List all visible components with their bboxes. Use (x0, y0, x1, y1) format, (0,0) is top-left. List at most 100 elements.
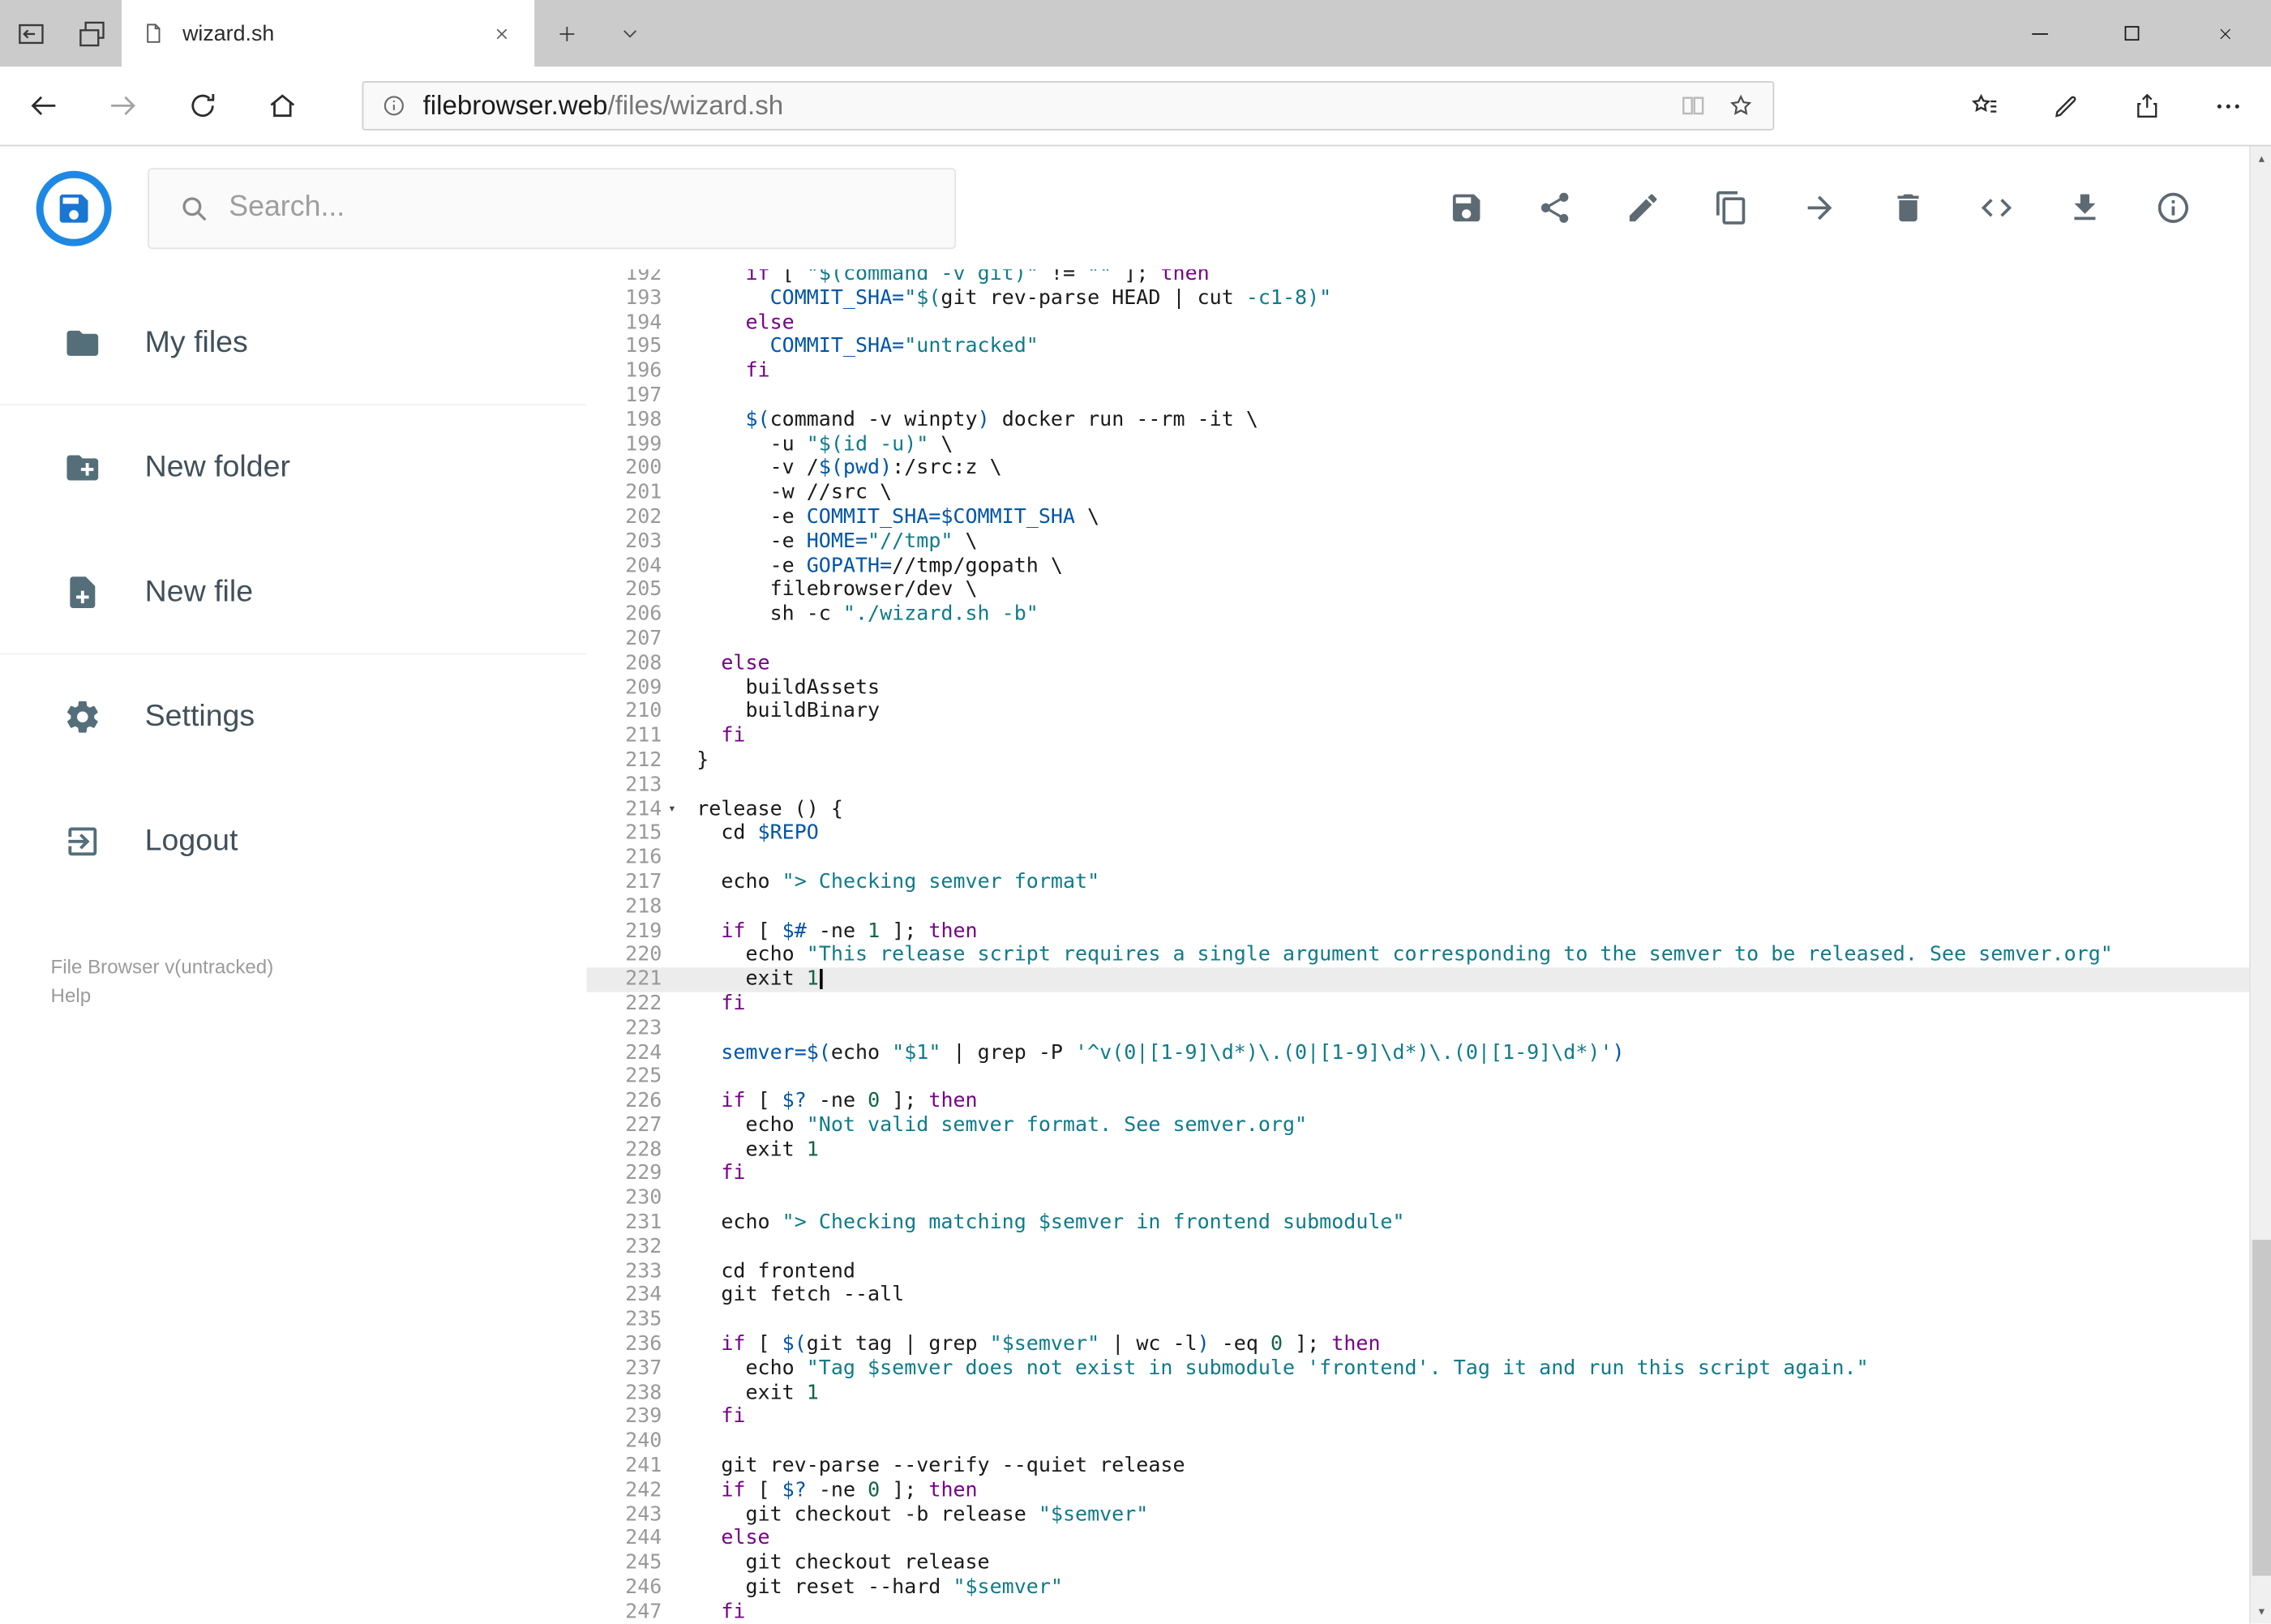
sidebar-item-new-file[interactable]: New file (0, 530, 587, 655)
code-line-208[interactable]: 208 else (586, 651, 2249, 675)
code-line-203[interactable]: 203 -e HOME="//tmp" \ (586, 529, 2249, 554)
rename-button[interactable] (1625, 190, 1661, 226)
save-button[interactable] (1448, 190, 1485, 226)
reading-view-icon[interactable] (1678, 92, 1708, 121)
code-line-237[interactable]: 237 echo "Tag $semver does not exist in … (586, 1357, 2249, 1382)
code-line-239[interactable]: 239 fi (586, 1406, 2249, 1430)
url-text[interactable]: filebrowser.web/files/wizard.sh (423, 90, 1663, 122)
code-line-242[interactable]: 242 if [ $? -ne 0 ]; then (586, 1479, 2249, 1503)
search-input[interactable] (229, 191, 867, 225)
download-button[interactable] (2067, 190, 2103, 226)
code-line-240[interactable]: 240 (586, 1430, 2249, 1455)
minimize-button[interactable] (1993, 0, 2085, 66)
maximize-button[interactable] (2085, 0, 2178, 66)
code-line-241[interactable]: 241 git rev-parse --verify --quiet relea… (586, 1455, 2249, 1479)
sidebar-item-settings[interactable]: Settings (0, 654, 586, 779)
page-scrollbar[interactable]: ▴ ▾ (2249, 146, 2271, 1624)
code-editor[interactable]: 192 if [ "$(command -v git)" != "" ]; th… (586, 269, 2250, 1624)
code-line-192[interactable]: 192 if [ "$(command -v git)" != "" ]; th… (586, 269, 2249, 286)
scrollbar-thumb[interactable] (2252, 1240, 2271, 1576)
home-button[interactable] (251, 74, 315, 138)
code-line-235[interactable]: 235 (586, 1309, 2249, 1333)
code-line-194[interactable]: 194 else (586, 311, 2249, 335)
favorite-star-icon[interactable] (1726, 92, 1755, 121)
code-line-209[interactable]: 209 buildAssets (586, 675, 2249, 700)
forward-button[interactable] (92, 74, 156, 138)
code-line-198[interactable]: 198 $(command -v winpty) docker run --rm… (586, 408, 2249, 432)
code-line-226[interactable]: 226 if [ $? -ne 0 ]; then (586, 1090, 2249, 1114)
delete-button[interactable] (1890, 190, 1926, 226)
sidebar-item-my-files[interactable]: My files (0, 281, 587, 406)
code-line-233[interactable]: 233 cd frontend (586, 1260, 2249, 1284)
code-line-196[interactable]: 196 fi (586, 359, 2249, 384)
code-line-205[interactable]: 205 filebrowser/dev \ (586, 578, 2249, 602)
scrollbar-down-arrow[interactable]: ▾ (2251, 1599, 2271, 1623)
code-line-217[interactable]: 217 echo "> Checking semver format" (586, 870, 2249, 894)
scrollbar-up-arrow[interactable]: ▴ (2251, 146, 2271, 170)
code-line-215[interactable]: 215 cd $REPO (586, 821, 2249, 846)
code-line-227[interactable]: 227 echo "Not valid semver format. See s… (586, 1114, 2249, 1138)
code-line-224[interactable]: 224 semver=$(echo "$1" | grep -P '^v(0|[… (586, 1040, 2249, 1065)
code-line-229[interactable]: 229 fi (586, 1163, 2249, 1187)
help-link[interactable]: Help (51, 982, 587, 1011)
web-note-button[interactable] (2033, 74, 2097, 138)
code-line-221[interactable]: 221 exit 1 (586, 967, 2250, 992)
code-line-247[interactable]: 247 fi (586, 1600, 2249, 1624)
copy-button[interactable] (1713, 190, 1750, 226)
more-menu-button[interactable] (2196, 74, 2260, 138)
browser-tab[interactable]: wizard.sh (122, 0, 535, 67)
code-line-218[interactable]: 218 (586, 894, 2249, 919)
code-line-207[interactable]: 207 (586, 627, 2249, 651)
code-line-201[interactable]: 201 -w //src \ (586, 481, 2249, 505)
code-line-236[interactable]: 236 if [ $(git tag | grep "$semver" | wc… (586, 1333, 2249, 1357)
refresh-button[interactable] (171, 74, 235, 138)
code-line-232[interactable]: 232 (586, 1236, 2249, 1260)
hub-button[interactable] (1952, 74, 2016, 138)
site-info-icon[interactable] (381, 92, 407, 118)
sidebar-item-logout[interactable]: Logout (0, 779, 586, 904)
code-line-231[interactable]: 231 echo "> Checking matching $semver in… (586, 1211, 2249, 1236)
code-line-219[interactable]: 219 if [ $# -ne 1 ]; then (586, 919, 2249, 943)
info-button[interactable] (2155, 190, 2192, 226)
view-source-button[interactable] (1978, 190, 2015, 226)
code-line-213[interactable]: 213 (586, 773, 2249, 797)
code-line-214[interactable]: 214 ▾ release () { (586, 797, 2249, 821)
code-line-234[interactable]: 234 git fetch --all (586, 1284, 2249, 1309)
code-line-212[interactable]: 212} (586, 748, 2249, 773)
code-line-222[interactable]: 222 fi (586, 992, 2249, 1016)
code-line-245[interactable]: 245 git checkout release (586, 1552, 2249, 1576)
code-line-246[interactable]: 246 git reset --hard "$semver" (586, 1576, 2249, 1600)
code-line-238[interactable]: 238 exit 1 (586, 1382, 2249, 1406)
code-line-202[interactable]: 202 -e COMMIT_SHA=$COMMIT_SHA \ (586, 505, 2249, 529)
share-button[interactable] (1536, 190, 1573, 226)
code-line-211[interactable]: 211 fi (586, 724, 2249, 748)
close-button[interactable] (2179, 0, 2271, 66)
code-line-220[interactable]: 220 echo "This release script requires a… (586, 943, 2249, 967)
code-line-204[interactable]: 204 -e GOPATH=//tmp/gopath \ (586, 554, 2249, 578)
tab-preview-toggle[interactable] (598, 0, 662, 66)
address-bar[interactable]: filebrowser.web/files/wizard.sh (362, 81, 1775, 131)
new-tab-button[interactable] (534, 0, 598, 66)
fold-marker-icon[interactable]: ▾ (662, 797, 682, 821)
code-line-216[interactable]: 216 (586, 846, 2249, 870)
sidebar-item-new-folder[interactable]: New folder (0, 405, 586, 530)
code-line-230[interactable]: 230 (586, 1187, 2249, 1211)
code-line-225[interactable]: 225 (586, 1065, 2249, 1089)
code-line-200[interactable]: 200 -v /$(pwd):/src:z \ (586, 456, 2249, 481)
back-button[interactable] (11, 74, 75, 138)
code-line-197[interactable]: 197 (586, 384, 2249, 408)
code-line-195[interactable]: 195 COMMIT_SHA="untracked" (586, 335, 2249, 359)
code-line-223[interactable]: 223 (586, 1016, 2249, 1040)
move-button[interactable] (1802, 190, 1838, 226)
code-line-244[interactable]: 244 else (586, 1528, 2249, 1552)
code-line-199[interactable]: 199 -u "$(id -u)" \ (586, 432, 2249, 456)
code-line-206[interactable]: 206 sh -c "./wizard.sh -b" (586, 602, 2249, 627)
tabs-set-aside-button[interactable] (61, 0, 122, 66)
search-box[interactable] (148, 167, 956, 249)
tab-close-icon[interactable] (485, 17, 516, 49)
code-line-210[interactable]: 210 buildBinary (586, 700, 2249, 724)
share-page-button[interactable] (2115, 74, 2179, 138)
code-line-243[interactable]: 243 git checkout -b release "$semver" (586, 1503, 2249, 1528)
code-line-193[interactable]: 193 COMMIT_SHA="$(git rev-parse HEAD | c… (586, 286, 2249, 311)
code-line-228[interactable]: 228 exit 1 (586, 1138, 2249, 1163)
